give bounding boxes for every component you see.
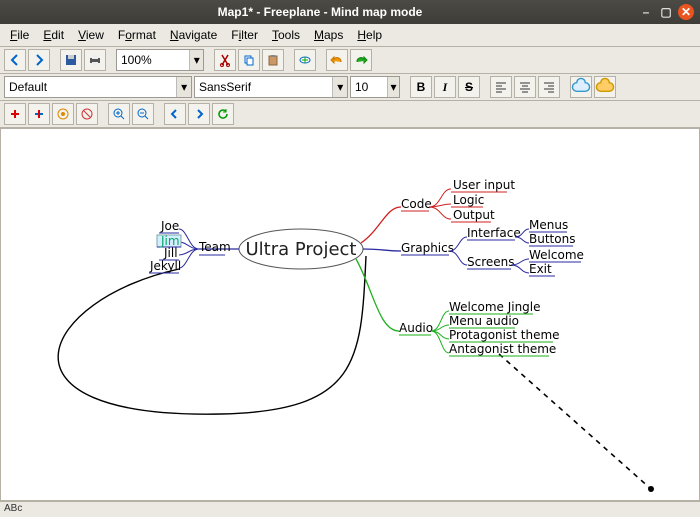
menu-maps[interactable]: Maps [308,26,349,44]
print-button[interactable] [84,49,106,71]
node-interface-1[interactable]: Buttons [529,232,575,246]
copy-button[interactable] [238,49,260,71]
close-button[interactable]: ✕ [678,4,694,20]
node-screens[interactable]: Screens [467,255,515,269]
next-map-button[interactable] [28,49,50,71]
cloud-button[interactable] [570,76,592,98]
menu-filter[interactable]: Filter [225,26,264,44]
menu-file[interactable]: File [4,26,35,44]
align-left-button[interactable] [490,76,512,98]
node-code-1[interactable]: Logic [453,193,484,207]
zoom-input[interactable] [121,51,189,69]
node-screens-1[interactable]: Exit [529,262,552,276]
toolbar-filter [0,101,700,128]
node-root-label: Ultra Project [246,239,357,260]
style-input[interactable] [9,78,176,96]
undo-button[interactable] [326,49,348,71]
fontsize-combo[interactable]: ▾ [350,76,400,98]
chevron-down-icon[interactable]: ▾ [332,77,347,97]
chevron-down-icon[interactable]: ▾ [176,77,191,97]
node-audio-3[interactable]: Antagonist theme [449,342,556,356]
menu-tools[interactable]: Tools [266,26,306,44]
nav-fwd-icon[interactable] [188,103,210,125]
toolbar-format: ▾ ▾ ▾ B I S [0,74,700,101]
node-code[interactable]: Code [401,197,432,211]
node-graphics[interactable]: Graphics [401,241,454,255]
node-screens-0[interactable]: Welcome [529,248,584,262]
minimize-button[interactable]: – [638,4,654,20]
font-combo[interactable]: ▾ [194,76,348,98]
prev-map-button[interactable] [4,49,26,71]
toolbar-main: ▾ [0,47,700,74]
filter-add-icon[interactable] [4,103,26,125]
app-window: Map1* - Freeplane - Mind map mode – ▢ ✕ … [0,0,700,517]
node-team-0[interactable]: Joe [160,219,179,233]
node-team-3[interactable]: Jekyll [149,259,181,273]
cut-button[interactable] [214,49,236,71]
menu-navigate[interactable]: Navigate [164,26,223,44]
node-audio-2[interactable]: Protagonist theme [449,328,560,342]
chevron-down-icon[interactable]: ▾ [189,50,203,70]
align-right-button[interactable] [538,76,560,98]
node-audio-0[interactable]: Welcome Jingle [449,300,541,314]
filter-clear-icon[interactable] [76,103,98,125]
new-node-button[interactable] [294,49,316,71]
chevron-down-icon[interactable]: ▾ [387,77,399,97]
redo-button[interactable] [350,49,372,71]
refresh-icon[interactable] [212,103,234,125]
window-title: Map1* - Freeplane - Mind map mode [6,5,634,19]
menu-help[interactable]: Help [351,26,388,44]
menu-edit[interactable]: Edit [37,26,70,44]
menubar: File Edit View Format Navigate Filter To… [0,24,700,47]
menu-view[interactable]: View [72,26,110,44]
node-code-0[interactable]: User input [453,178,515,192]
filter-remove-icon[interactable] [28,103,50,125]
mindmap-svg: Ultra Project Team Joe Jim Jill Jekyll C… [1,129,700,501]
mindmap-canvas[interactable]: Ultra Project Team Joe Jim Jill Jekyll C… [0,128,700,501]
style-combo[interactable]: ▾ [4,76,192,98]
zoom-in-icon[interactable] [108,103,130,125]
filter-edit-icon[interactable] [52,103,74,125]
status-text: ABc [4,503,22,514]
strike-button[interactable]: S [458,76,480,98]
node-interface[interactable]: Interface [467,226,521,240]
maximize-button[interactable]: ▢ [658,4,674,20]
bold-button[interactable]: B [410,76,432,98]
font-input[interactable] [199,78,332,96]
align-center-button[interactable] [514,76,536,98]
node-interface-0[interactable]: Menus [529,218,568,232]
italic-button[interactable]: I [434,76,456,98]
zoom-combo[interactable]: ▾ [116,49,204,71]
node-code-2[interactable]: Output [453,208,495,222]
menu-format[interactable]: Format [112,26,162,44]
nav-back-icon[interactable] [164,103,186,125]
fontsize-input[interactable] [355,78,387,96]
node-audio-1[interactable]: Menu audio [449,314,519,328]
node-team[interactable]: Team [198,240,231,254]
titlebar: Map1* - Freeplane - Mind map mode – ▢ ✕ [0,0,700,24]
save-button[interactable] [60,49,82,71]
zoom-out-icon[interactable] [132,103,154,125]
statusbar: ABc [0,501,700,517]
paste-button[interactable] [262,49,284,71]
node-team-2[interactable]: Jill [163,246,178,260]
cloud-color-button[interactable] [594,76,616,98]
node-audio[interactable]: Audio [399,321,433,335]
